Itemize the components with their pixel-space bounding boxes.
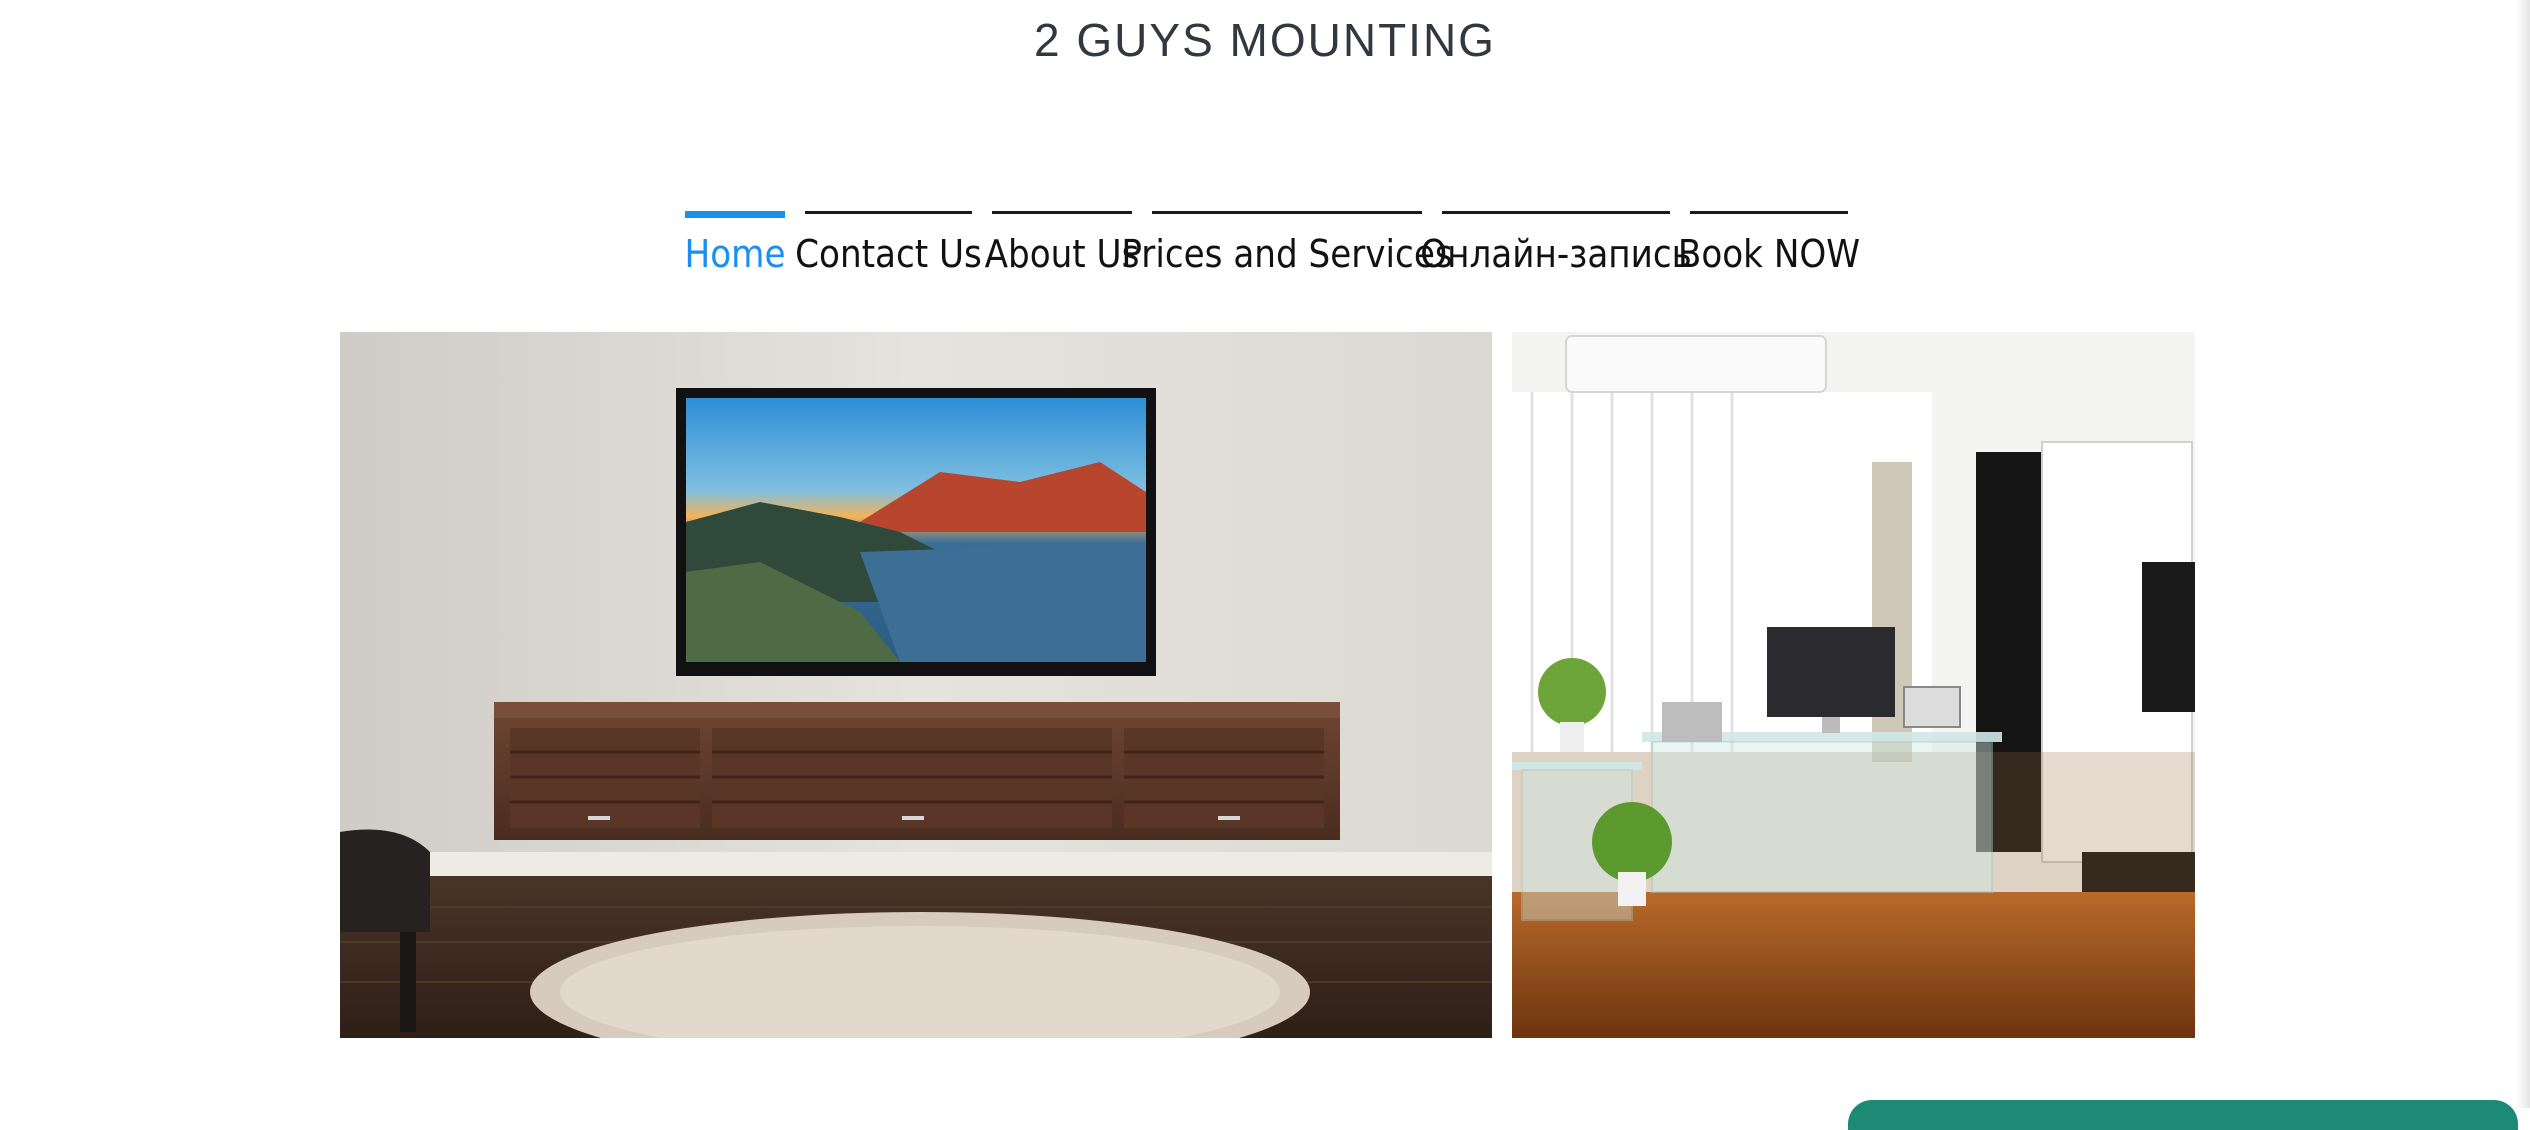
slide-tv-cabinet[interactable]	[340, 332, 1492, 1038]
nav-item-about-us[interactable]: About Us	[985, 211, 1139, 300]
nav-item-label: Contact Us	[795, 232, 982, 276]
nav-item-prices-and-services[interactable]: Prices and Services	[1121, 211, 1453, 300]
chat-widget-tab[interactable]	[1848, 1100, 2518, 1130]
chevron-right-icon[interactable]	[2070, 640, 2120, 720]
tv-cabinet-photo	[340, 332, 1492, 1038]
nav-item-label: Home	[684, 232, 786, 276]
nav-item-label: About Us	[984, 232, 1140, 276]
site-title[interactable]: 2 GUYS MOUNTING	[0, 10, 2530, 70]
nav-item-contact-us[interactable]: Contact Us	[795, 211, 982, 300]
scrollbar-edge	[2516, 0, 2530, 1108]
main-nav: Home Contact Us About Us Prices and Serv…	[684, 211, 1860, 300]
nav-item-label: Book NOW	[1677, 232, 1861, 276]
nav-item-online-booking[interactable]: Онлайн-запись	[1420, 211, 1692, 300]
nav-item-book-now[interactable]: Book NOW	[1678, 211, 1860, 300]
nav-item-label: Prices and Services	[1121, 232, 1453, 276]
nav-item-home[interactable]: Home	[684, 211, 786, 300]
nav-item-label: Онлайн-запись	[1420, 232, 1692, 276]
